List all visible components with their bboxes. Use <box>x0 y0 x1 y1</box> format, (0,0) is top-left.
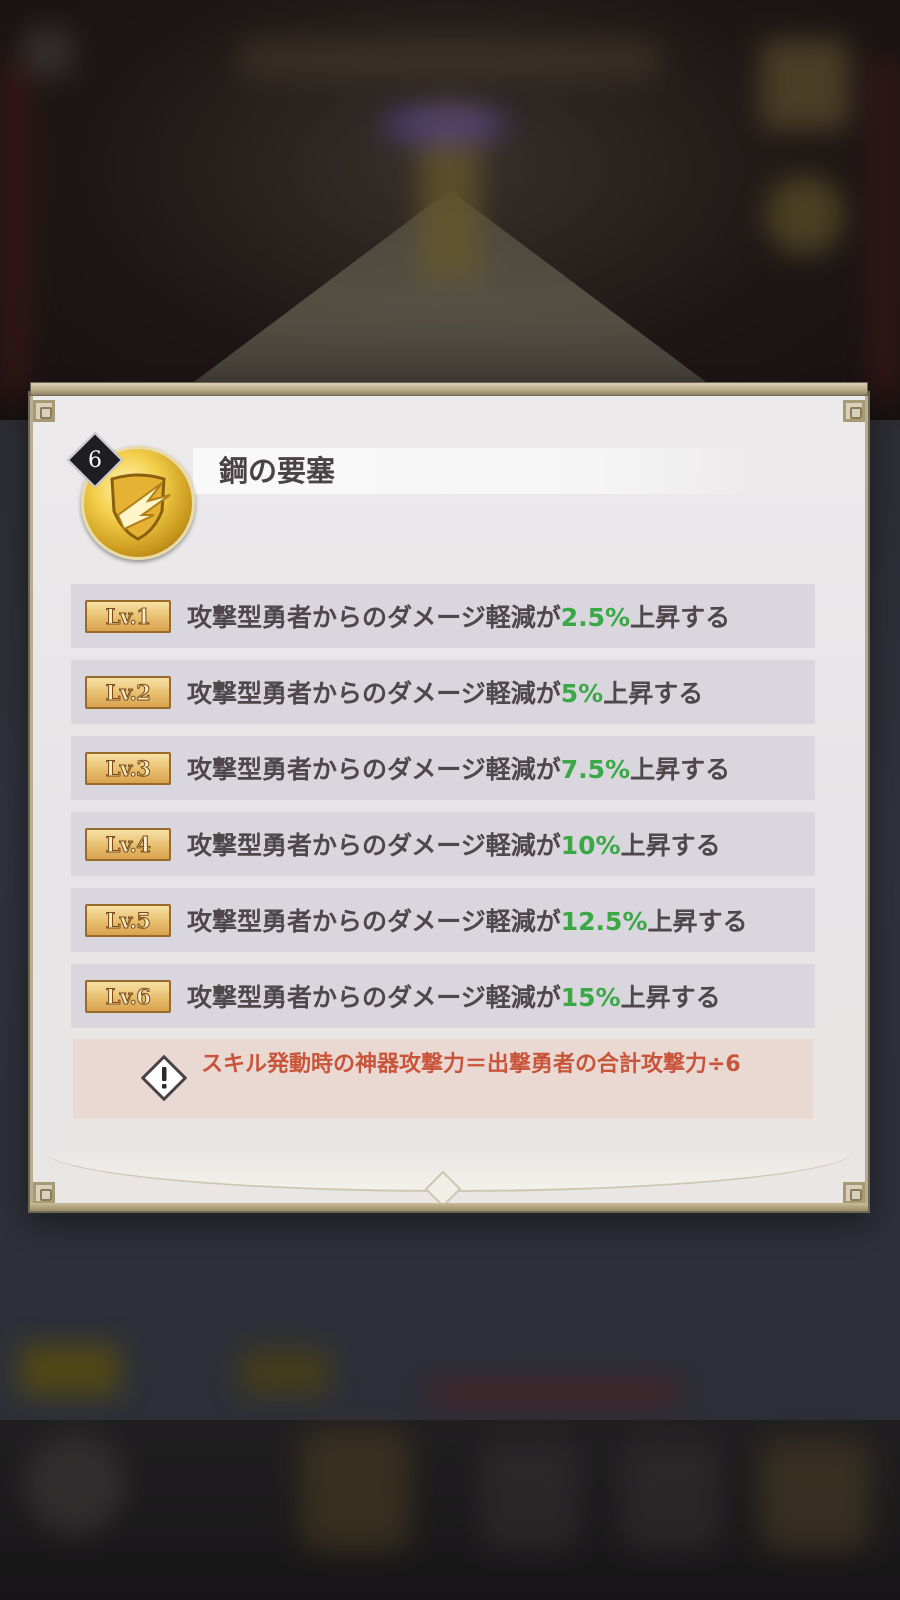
level-badge: Lv.6 <box>85 979 171 1013</box>
corner-ornament <box>33 1182 55 1204</box>
level-badge: Lv.5 <box>85 903 171 937</box>
level-badge: Lv.3 <box>85 751 171 785</box>
level-row: Lv.4 攻撃型勇者からのダメージ軽減が10%上昇する <box>71 812 815 876</box>
dialog-top-frame <box>30 382 868 396</box>
skill-detail-dialog: 6 鋼の要塞 Lv.1 攻撃型勇者からのダメージ軽減が2.5%上昇する Lv.2… <box>30 382 868 1211</box>
skill-note-box: スキル発動時の神器攻撃力＝出撃勇者の合計攻撃力÷6 <box>73 1039 813 1119</box>
level-badge: Lv.1 <box>85 599 171 633</box>
level-description: 攻撃型勇者からのダメージ軽減が10%上昇する <box>187 831 721 860</box>
corner-ornament <box>843 1182 865 1204</box>
level-row: Lv.5 攻撃型勇者からのダメージ軽減が12.5%上昇する <box>71 888 815 952</box>
level-description: 攻撃型勇者からのダメージ軽減が12.5%上昇する <box>187 907 748 936</box>
corner-ornament <box>33 400 55 422</box>
level-value: 7.5% <box>560 755 631 784</box>
level-description: 攻撃型勇者からのダメージ軽減が2.5%上昇する <box>187 603 731 632</box>
skill-level-number: 6 <box>88 447 102 473</box>
level-value: 10% <box>560 831 621 860</box>
level-row: Lv.1 攻撃型勇者からのダメージ軽減が2.5%上昇する <box>71 584 815 648</box>
level-effect-list: Lv.1 攻撃型勇者からのダメージ軽減が2.5%上昇する Lv.2 攻撃型勇者か… <box>71 584 815 1040</box>
level-row: Lv.6 攻撃型勇者からのダメージ軽減が15%上昇する <box>71 964 815 1028</box>
skill-note-text: スキル発動時の神器攻撃力＝出撃勇者の合計攻撃力÷6 <box>201 1052 741 1077</box>
level-description: 攻撃型勇者からのダメージ軽減が5%上昇する <box>187 679 704 708</box>
level-value: 2.5% <box>560 603 631 632</box>
level-row: Lv.3 攻撃型勇者からのダメージ軽減が7.5%上昇する <box>71 736 815 800</box>
skill-title: 鋼の要塞 <box>219 454 336 488</box>
warning-icon <box>141 1055 187 1101</box>
corner-ornament <box>843 400 865 422</box>
level-badge: Lv.4 <box>85 827 171 861</box>
level-row: Lv.2 攻撃型勇者からのダメージ軽減が5%上昇する <box>71 660 815 724</box>
level-value: 15% <box>560 983 621 1012</box>
level-description: 攻撃型勇者からのダメージ軽減が15%上昇する <box>187 983 721 1012</box>
level-value: 12.5% <box>560 907 648 936</box>
level-badge: Lv.2 <box>85 675 171 709</box>
dialog-bottom-frame <box>30 1203 868 1211</box>
level-value: 5% <box>560 679 604 708</box>
level-description: 攻撃型勇者からのダメージ軽減が7.5%上昇する <box>187 755 731 784</box>
